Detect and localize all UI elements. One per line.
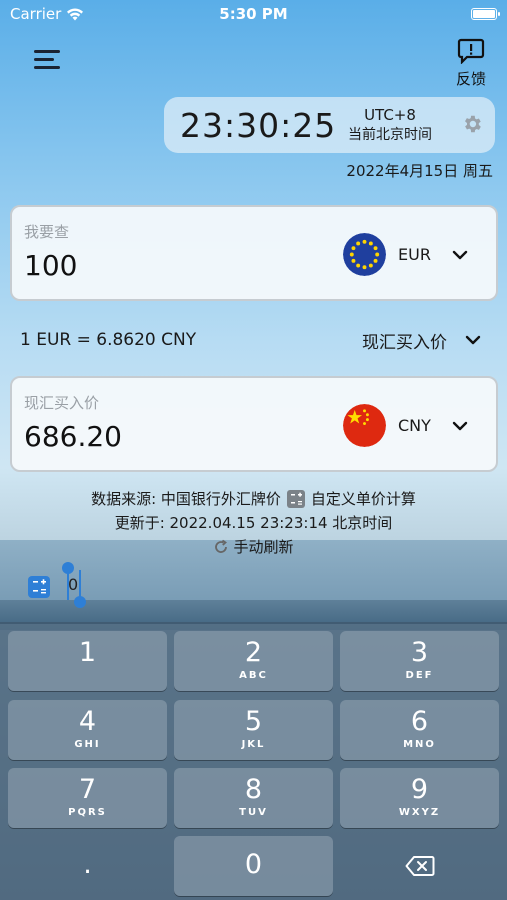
eu-flag-icon (343, 233, 386, 276)
numeric-keypad: 1 2 ABC 3 DEF 4 GHI 5 JKL 6 MNO 7 PQRS 8 TUV 9W… (0, 622, 507, 900)
key-7[interactable]: 7 PQRS (8, 768, 167, 828)
feedback-icon (457, 38, 485, 65)
key-decimal[interactable]: . (8, 836, 167, 896)
to-currency-code: CNY (398, 416, 431, 435)
updated-time-text: 更新于: 2022.04.15 23:23:14 北京时间 (114, 514, 393, 532)
gear-icon[interactable] (461, 113, 483, 135)
date-line: 2022年4月15日 周五 (346, 162, 493, 180)
from-currency-picker[interactable]: EUR (343, 233, 468, 276)
feedback-label: 反馈 (455, 70, 486, 88)
rate-type-label: 现汇买入价 (362, 332, 447, 353)
clock-time: 23:30:25 (180, 105, 337, 145)
to-label: 现汇买入价 (24, 394, 100, 412)
calculator-toggle-icon[interactable] (28, 576, 50, 598)
chevron-down-icon (465, 335, 481, 345)
rate-row: 1 EUR = 6.8620 CNY 现汇买入价 (20, 327, 481, 353)
exchange-rate-text: 1 EUR = 6.8620 CNY (20, 330, 197, 350)
key-backspace[interactable] (340, 836, 499, 896)
refresh-label: 手动刷新 (233, 538, 294, 556)
china-flag-icon (343, 404, 386, 447)
key-2[interactable]: 2 ABC (174, 631, 333, 691)
chevron-down-icon (452, 421, 468, 430)
to-amount-value[interactable]: 686.20 (24, 420, 122, 453)
clock-card: 23:30:25 UTC+8 当前北京时间 (164, 97, 495, 153)
from-currency-code: EUR (398, 245, 431, 264)
key-9[interactable]: 9 WXYZ (340, 768, 499, 828)
refresh-icon (215, 539, 228, 553)
data-source-text: 数据来源: 中国银行外汇牌价 (91, 490, 281, 508)
key-1[interactable]: 1 (8, 631, 167, 691)
key-6[interactable]: 6 MNO (340, 700, 499, 760)
from-amount-input[interactable]: 100 (24, 249, 77, 282)
status-time: 5:30 PM (219, 5, 288, 23)
backspace-icon (405, 856, 434, 876)
info-block: 数据来源: 中国银行外汇牌价 自定义单价计算 更新于: 2022.04.15 2… (0, 487, 507, 559)
to-currency-picker[interactable]: CNY (343, 404, 468, 447)
key-4[interactable]: 4 GHI (8, 700, 167, 760)
menu-button[interactable] (34, 50, 62, 70)
mini-value: 0 (68, 575, 79, 594)
chevron-down-icon (452, 250, 468, 259)
from-amount-card[interactable]: 我要查 100 EUR (10, 205, 498, 301)
refresh-button[interactable]: 手动刷新 (0, 535, 507, 559)
timezone-label: 当前北京时间 (348, 127, 432, 143)
timezone-info: UTC+8 当前北京时间 (348, 105, 432, 145)
custom-rate-link[interactable]: 自定义单价计算 (311, 487, 416, 511)
from-label: 我要查 (24, 223, 70, 241)
feedback-button[interactable]: 反馈 (453, 38, 489, 89)
to-amount-card[interactable]: 现汇买入价 686.20 CNY (10, 376, 498, 472)
calculator-icon (286, 490, 305, 508)
key-5[interactable]: 5 JKL (174, 700, 333, 760)
status-bar: Carrier 5:30 PM (0, 0, 507, 28)
battery-icon (471, 8, 500, 20)
rate-type-picker[interactable]: 现汇买入价 (362, 328, 481, 353)
timezone: UTC+8 (364, 106, 416, 124)
key-3[interactable]: 3 DEF (340, 631, 499, 691)
key-0[interactable]: 0 (174, 836, 333, 896)
key-8[interactable]: 8 TUV (174, 768, 333, 828)
